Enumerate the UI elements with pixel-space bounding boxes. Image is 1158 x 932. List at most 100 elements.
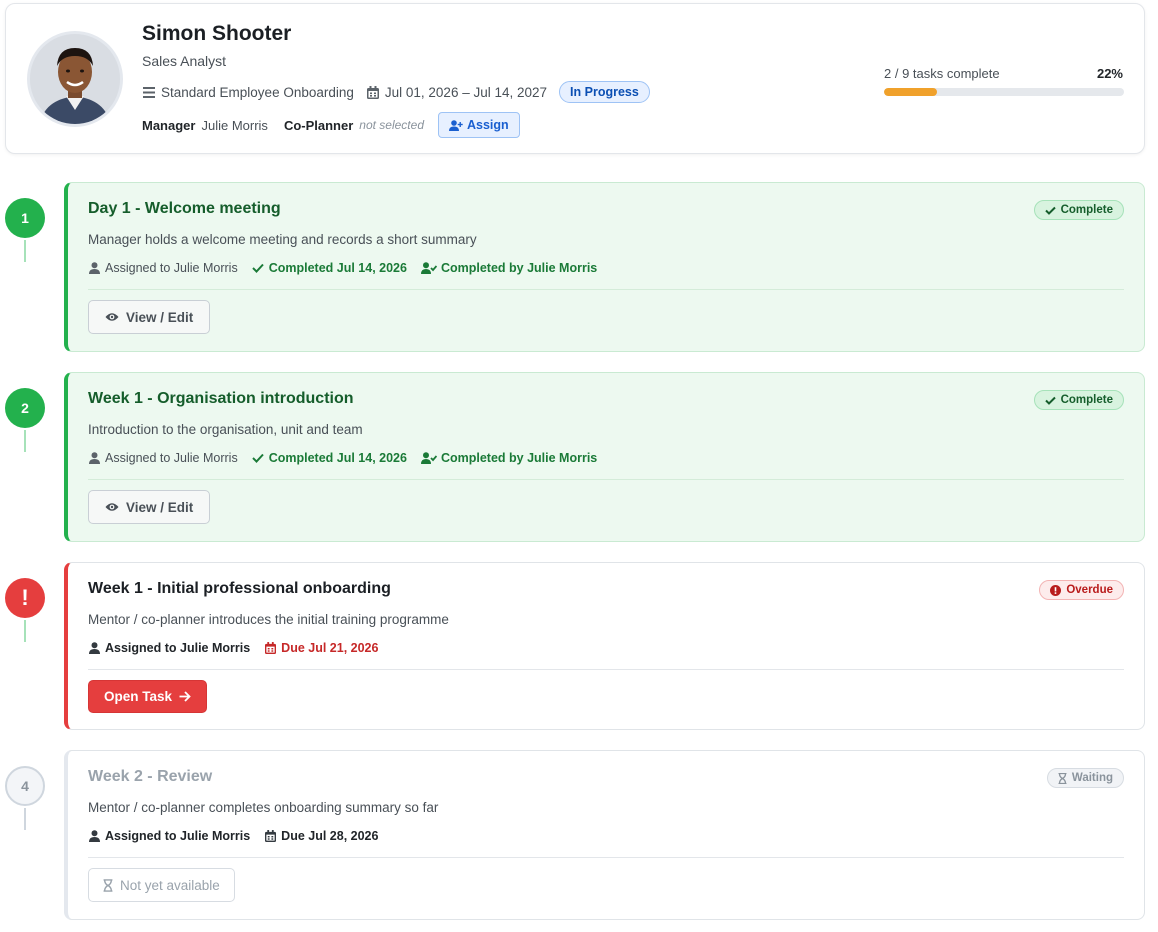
step-connector <box>24 808 26 830</box>
task-assignee: Assigned to Julie Morris <box>88 451 238 465</box>
status-label: Complete <box>1060 394 1113 406</box>
employee-avatar <box>27 31 123 127</box>
progress-text: 2 / 9 tasks complete <box>884 66 1000 81</box>
check-icon <box>252 262 265 275</box>
assign-button[interactable]: Assign <box>438 112 520 138</box>
user-check-icon <box>420 262 437 275</box>
task-description: Manager holds a welcome meeting and reco… <box>88 232 477 247</box>
user-icon <box>88 830 101 843</box>
task-card: Week 1 - Organisation introduction Compl… <box>64 372 1145 542</box>
task-title: Week 1 - Organisation introduction <box>88 390 354 407</box>
task-assignee: Assigned to Julie Morris <box>88 641 250 655</box>
status-label: Overdue <box>1066 584 1113 596</box>
status-badge-complete: Complete <box>1033 390 1124 410</box>
calendar-icon <box>264 830 277 843</box>
not-available-button[interactable]: Not yet available <box>88 868 235 902</box>
task-title: Day 1 - Welcome meeting <box>88 200 281 217</box>
manager-label: Manager <box>142 117 196 133</box>
employee-header-card: Simon Shooter Sales Analyst Standard Emp… <box>5 3 1145 154</box>
status-label: Complete <box>1060 204 1113 216</box>
hourglass-icon <box>103 878 113 892</box>
employee-name: Simon Shooter <box>142 22 292 45</box>
calendar-icon <box>366 85 380 99</box>
completed-label: Completed Jul 14, 2026 <box>268 451 407 465</box>
due-label: Due Jul 21, 2026 <box>281 641 379 655</box>
user-icon <box>88 642 101 655</box>
task-title: Week 1 - Initial professional onboarding <box>88 580 391 597</box>
coplanner-value: not selected <box>359 118 424 132</box>
button-label: Not yet available <box>120 877 220 893</box>
step-number-1: 1 <box>5 198 45 238</box>
progress-bar-fill <box>884 88 937 96</box>
user-plus-icon <box>449 119 463 131</box>
plan-date-range: Jul 01, 2026 – Jul 14, 2027 <box>384 84 548 100</box>
task-due-date: Due Jul 21, 2026 <box>264 641 378 655</box>
view-edit-button[interactable]: View / Edit <box>88 300 211 334</box>
task-description: Mentor / co-planner introduces the initi… <box>88 612 449 627</box>
task-completed-date: Completed Jul 14, 2026 <box>252 261 407 275</box>
task-completed-by: Completed by Julie Morris <box>420 451 597 465</box>
hourglass-icon <box>1058 772 1067 784</box>
task-completed-date: Completed Jul 14, 2026 <box>252 451 407 465</box>
assignee-label: Assigned to Julie Morris <box>105 829 251 843</box>
employee-role: Sales Analyst <box>142 53 227 69</box>
status-badge-complete: Complete <box>1033 200 1124 220</box>
open-task-button[interactable]: Open Task <box>88 680 208 713</box>
task-meta: Assigned to Julie Morris Due Jul 28, 202… <box>88 829 392 843</box>
step-connector <box>24 240 26 262</box>
plan-name: Standard Employee Onboarding <box>161 84 354 100</box>
button-label: View / Edit <box>126 499 194 515</box>
button-label: View / Edit <box>126 309 194 325</box>
status-badge-overdue: Overdue <box>1039 580 1124 600</box>
eye-icon <box>105 502 119 512</box>
eye-icon <box>105 312 119 322</box>
manager-name: Julie Morris <box>201 117 268 133</box>
task-due-date: Due Jul 28, 2026 <box>264 829 378 843</box>
divider <box>88 857 1124 858</box>
task-title: Week 2 - Review <box>88 768 213 785</box>
task-completed-by: Completed by Julie Morris <box>420 261 598 275</box>
assignee-label: Assigned to Julie Morris <box>105 451 238 465</box>
divider <box>88 479 1124 480</box>
divider <box>88 289 1124 290</box>
task-assignee: Assigned to Julie Morris <box>88 261 238 275</box>
task-description: Introduction to the organisation, unit a… <box>88 422 363 437</box>
status-badge: In Progress <box>559 81 650 103</box>
people-row: Manager Julie Morris Co-Planner not sele… <box>142 112 520 138</box>
plan-meta-row: Standard Employee Onboarding Jul 01, 202… <box>142 81 650 103</box>
step-overdue-icon: ! <box>5 578 45 618</box>
task-card: Day 1 - Welcome meeting Complete Manager… <box>64 182 1145 352</box>
coplanner-label: Co-Planner <box>283 117 354 133</box>
status-label: Waiting <box>1071 772 1113 784</box>
task-meta: Assigned to Julie Morris Completed Jul 1… <box>88 451 611 465</box>
user-icon <box>88 262 101 275</box>
completed-label: Completed Jul 14, 2026 <box>268 261 407 275</box>
check-icon <box>1044 206 1056 215</box>
task-description: Mentor / co-planner completes onboarding… <box>88 800 439 815</box>
task-assignee: Assigned to Julie Morris <box>88 829 250 843</box>
assignee-label: Assigned to Julie Morris <box>105 641 251 655</box>
assignee-label: Assigned to Julie Morris <box>105 261 238 275</box>
task-card: Week 1 - Initial professional onboarding… <box>64 562 1145 730</box>
assign-button-label: Assign <box>467 118 509 132</box>
task-meta: Assigned to Julie Morris Completed Jul 1… <box>88 261 611 275</box>
progress-bar <box>884 88 1124 96</box>
user-icon <box>88 452 101 465</box>
divider <box>88 669 1124 670</box>
view-edit-button[interactable]: View / Edit <box>88 490 211 524</box>
alert-circle-icon <box>1050 584 1062 596</box>
step-connector <box>24 430 26 452</box>
check-icon <box>252 452 265 465</box>
task-meta: Assigned to Julie Morris Due Jul 21, 202… <box>88 641 392 655</box>
calendar-icon <box>264 642 277 655</box>
task-card: Week 2 - Review Waiting Mentor / co-plan… <box>64 750 1145 920</box>
user-check-icon <box>420 452 437 465</box>
progress-percent: 22% <box>1096 66 1123 81</box>
check-icon <box>1044 396 1056 405</box>
button-label: Open Task <box>104 689 173 704</box>
status-badge-waiting: Waiting <box>1046 768 1124 788</box>
due-label: Due Jul 28, 2026 <box>281 829 379 843</box>
step-connector <box>24 620 26 642</box>
step-number-2: 2 <box>5 388 45 428</box>
completed-by-label: Completed by Julie Morris <box>440 261 598 275</box>
